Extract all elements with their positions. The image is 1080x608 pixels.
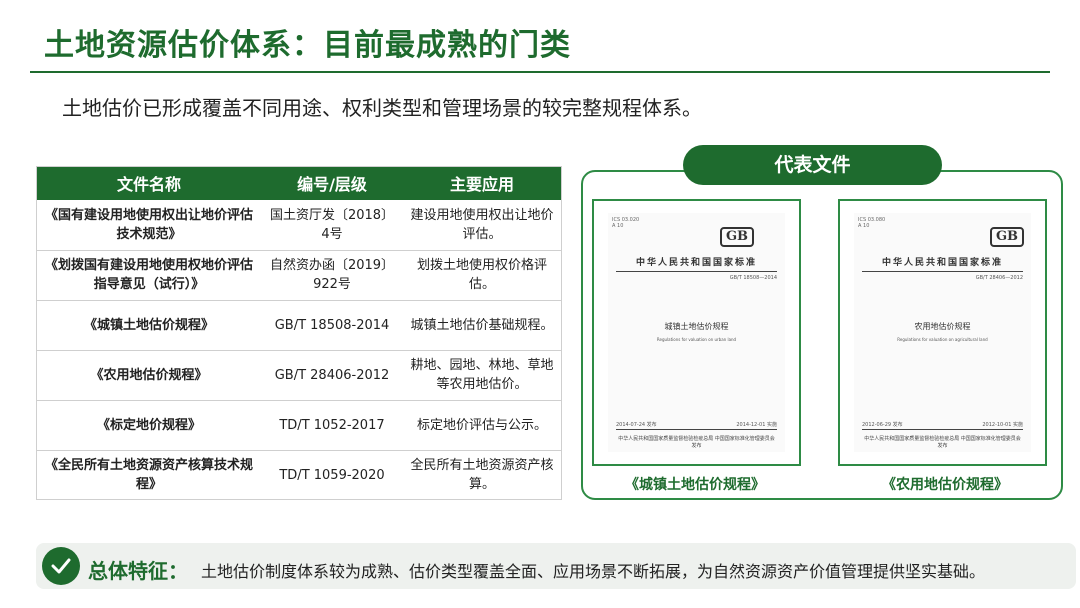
col-header-code: 编号/层级	[262, 166, 402, 200]
doc-code-cell: GB/T 28406-2012	[262, 350, 402, 401]
table-row: 《全民所有土地资源资产核算技术规程》 TD/T 1059-2020 全民所有土地…	[36, 450, 562, 500]
cover-national-standard-heading: 中华人民共和国国家标准	[635, 258, 757, 268]
cover-agricultural-land: ICS 03.080 A 10 GB 中华人民共和国国家标准 GB/T 28406…	[838, 199, 1047, 466]
doc-use-cell: 标定地价评估与公示。	[402, 400, 562, 451]
cover-ics-code: ICS 03.020 A 10	[612, 217, 640, 229]
doc-use-cell: 建设用地使用权出让地价评估。	[402, 200, 562, 251]
cover-page: ICS 03.080 A 10 GB 中华人民共和国国家标准 GB/T 28406…	[854, 213, 1031, 452]
cover-doc-title: 农用地估价规程	[914, 322, 971, 331]
table-row: 《划拨国有建设用地使用权地价评估指导意见（试行）》 自然资办函〔2019〕922…	[36, 250, 562, 301]
title-divider	[30, 71, 1050, 73]
doc-name-cell: 《国有建设用地使用权出让地价评估技术规范》	[36, 200, 262, 251]
cover-urban-land: ICS 03.020 A 10 GB 中华人民共和国国家标准 GB/T 18508…	[592, 199, 801, 466]
cover-issue-date: 2014-07-24 发布	[616, 422, 657, 428]
cover-rule	[616, 429, 777, 430]
cover-caption-agricultural: 《农用地估价规程》	[882, 477, 1008, 493]
doc-code-cell: TD/T 1052-2017	[262, 400, 402, 451]
doc-name-cell: 《农用地估价规程》	[36, 350, 262, 401]
doc-code-cell: GB/T 18508-2014	[262, 300, 402, 351]
col-header-use: 主要应用	[402, 166, 562, 200]
cover-rule	[616, 271, 777, 272]
cover-rule	[862, 271, 1023, 272]
cover-effective-date: 2014-12-01 实施	[736, 422, 777, 428]
gb-logo-icon: GB	[990, 227, 1024, 247]
doc-name-cell: 《划拨国有建设用地使用权地价评估指导意见（试行）》	[36, 250, 262, 301]
table-row: 《标定地价规程》 TD/T 1052-2017 标定地价评估与公示。	[36, 400, 562, 451]
table-row: 《农用地估价规程》 GB/T 28406-2012 耕地、园地、林地、草地等农用…	[36, 350, 562, 401]
gb-logo-icon: GB	[720, 227, 754, 247]
cover-effective-date: 2012-10-01 实施	[982, 422, 1023, 428]
cover-publisher: 中华人民共和国国家质量监督检验检疫总局 中国国家标准化管理委员会 发布	[864, 436, 1021, 449]
doc-name-cell: 《全民所有土地资源资产核算技术规程》	[44, 458, 253, 493]
cover-publisher: 中华人民共和国国家质量监督检验检疫总局 中国国家标准化管理委员会 发布	[618, 436, 775, 449]
doc-name-cell: 《城镇土地估价规程》	[36, 300, 262, 351]
cover-doc-english-title: Regulations for valuation on agricultura…	[897, 337, 988, 342]
cover-ics-code: ICS 03.080 A 10	[858, 217, 886, 229]
cover-issue-date: 2012-06-29 发布	[862, 422, 903, 428]
cover-caption-urban: 《城镇土地估价规程》	[625, 477, 765, 493]
doc-use-cell: 全民所有土地资源资产核算。	[410, 458, 554, 493]
check-circle-icon	[42, 547, 80, 585]
cover-page: ICS 03.020 A 10 GB 中华人民共和国国家标准 GB/T 18508…	[608, 213, 785, 452]
standards-table: 文件名称 编号/层级 主要应用 《国有建设用地使用权出让地价评估技术规范》 国土…	[36, 166, 562, 500]
cover-national-standard-heading: 中华人民共和国国家标准	[881, 258, 1003, 268]
summary-label: 总体特征：	[88, 559, 188, 583]
cover-doc-english-title: Regulations for valuation on urban land	[656, 337, 737, 342]
cover-doc-title: 城镇土地估价规程	[664, 322, 729, 331]
doc-name-cell: 《标定地价规程》	[36, 400, 262, 451]
doc-code-cell: 自然资办函〔2019〕922号	[262, 250, 402, 301]
doc-use-cell: 划拨土地使用权价格评估。	[402, 250, 562, 301]
doc-code-cell: 国土资厅发〔2018〕4号	[262, 200, 402, 251]
col-header-name: 文件名称	[36, 166, 262, 200]
doc-use-cell: 耕地、园地、林地、草地等农用地估价。	[402, 350, 562, 401]
cover-standard-number: GB/T 18508—2014	[729, 275, 777, 281]
cover-standard-number: GB/T 28406—2012	[975, 275, 1023, 281]
panel-tab-label: 代表文件	[683, 145, 942, 185]
summary-text: 土地估价制度体系较为成熟、估价类型覆盖全面、应用场景不断拓展，为自然资源资产价值…	[201, 562, 986, 581]
table-header-row: 文件名称 编号/层级 主要应用	[36, 166, 562, 200]
doc-code-cell: TD/T 1059-2020	[279, 467, 385, 483]
page-title: 土地资源估价体系：目前最成熟的门类	[44, 28, 571, 63]
doc-use-cell: 城镇土地估价基础规程。	[402, 300, 562, 351]
cover-rule	[862, 429, 1023, 430]
table-row: 《国有建设用地使用权出让地价评估技术规范》 国土资厅发〔2018〕4号 建设用地…	[36, 200, 562, 251]
table-row: 《城镇土地估价规程》 GB/T 18508-2014 城镇土地估价基础规程。	[36, 300, 562, 351]
page-subtitle: 土地估价已形成覆盖不同用途、权利类型和管理场景的较完整规程体系。	[62, 96, 702, 120]
